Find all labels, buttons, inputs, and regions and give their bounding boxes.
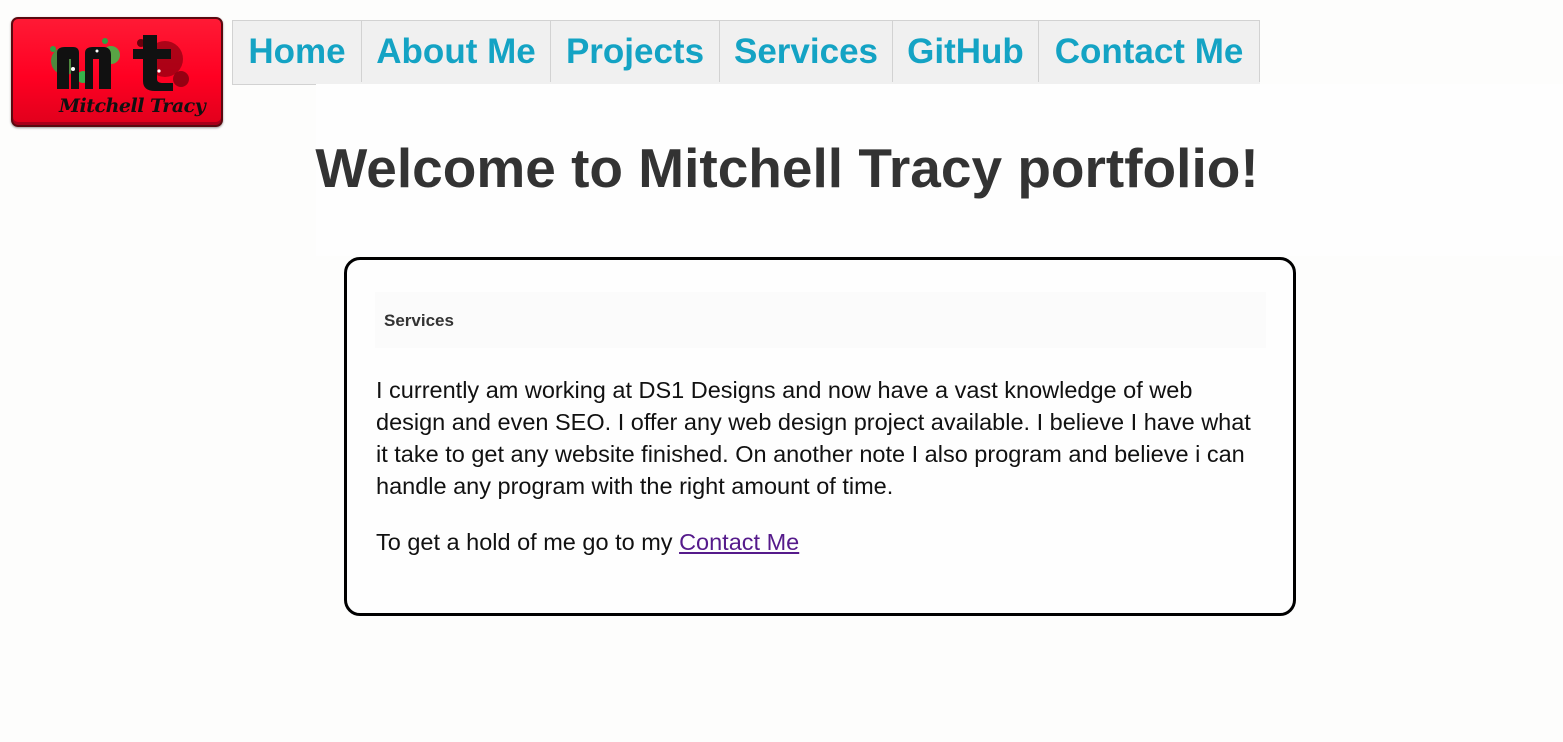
- contact-paragraph: To get a hold of me go to my Contact Me: [376, 526, 1266, 558]
- main-nav: Home About Me Projects Services GitHub C…: [232, 20, 1260, 85]
- nav-projects[interactable]: Projects: [551, 21, 720, 82]
- services-paragraph: I currently am working at DS1 Designs an…: [376, 377, 1251, 499]
- nav-about-me[interactable]: About Me: [362, 21, 551, 82]
- services-heading: Services: [384, 311, 454, 330]
- logo-name: Mitchell Tracy: [59, 95, 206, 117]
- nav-services[interactable]: Services: [720, 21, 893, 82]
- page-title: Welcome to Mitchell Tracy portfolio!: [315, 137, 1259, 199]
- contact-prefix: To get a hold of me go to my: [376, 529, 680, 555]
- services-header: Services: [375, 292, 1266, 348]
- contact-me-link[interactable]: Contact Me: [679, 529, 799, 555]
- nav-contact-me[interactable]: Contact Me: [1039, 21, 1260, 82]
- nav-home[interactable]: Home: [233, 21, 362, 82]
- nav-github[interactable]: GitHub: [893, 21, 1039, 82]
- services-body: I currently am working at DS1 Designs an…: [376, 374, 1266, 558]
- site-logo[interactable]: Mitchell Tracy: [11, 17, 223, 127]
- services-card: Services I currently am working at DS1 D…: [344, 257, 1296, 616]
